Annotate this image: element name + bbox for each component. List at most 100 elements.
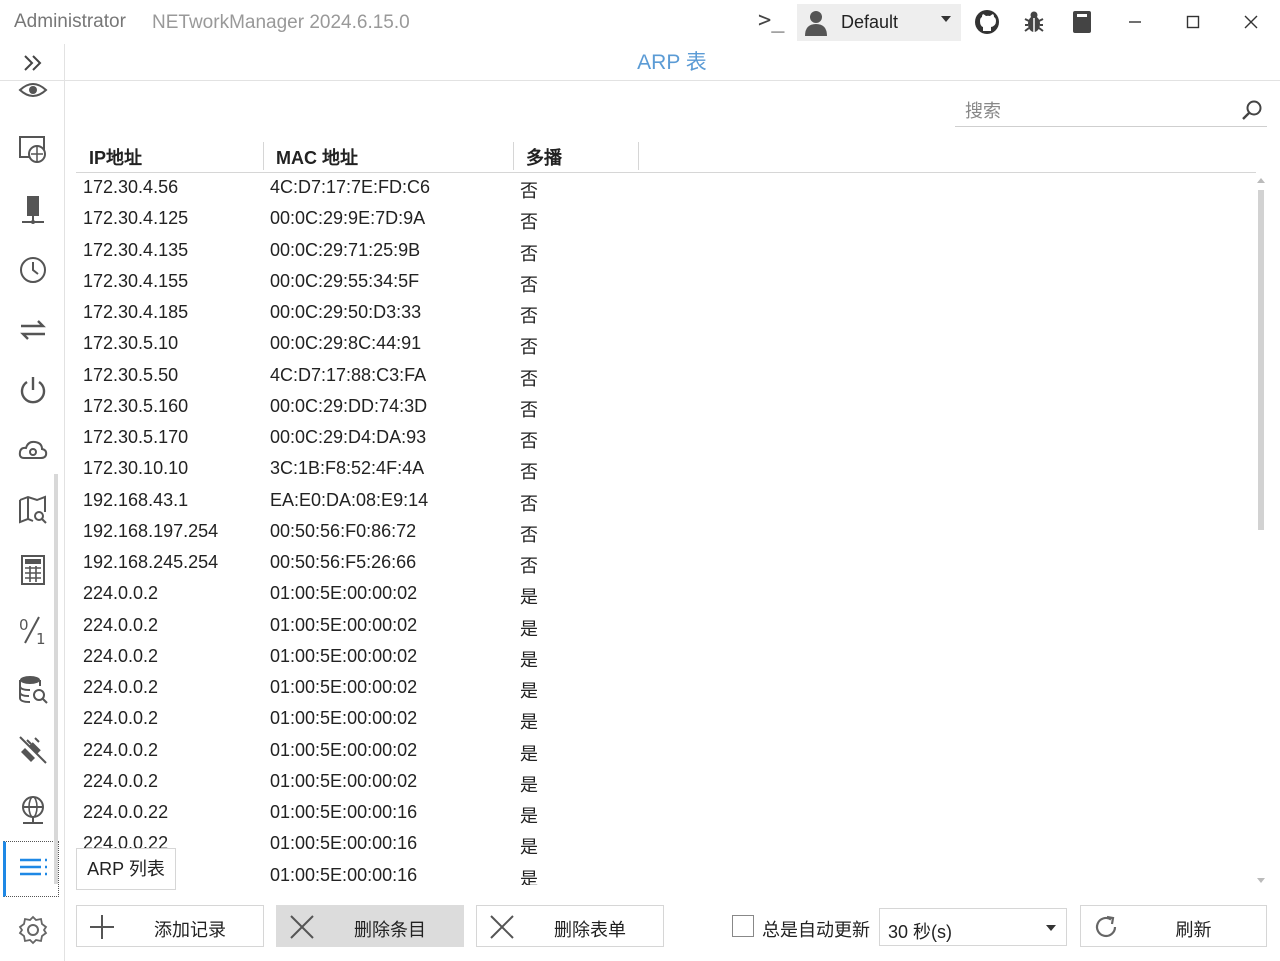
column-header-ip[interactable]: IP地址 [89,144,142,170]
mac-cell: 01:00:5E:00:00:02 [270,770,418,791]
ip-cell: 172.30.5.50 [83,364,179,385]
avatar-icon [805,11,827,36]
table-row[interactable]: 172.30.5.10 00:0C:29:8C:44:91 否 [76,329,1256,360]
calculator-icon[interactable] [17,554,49,586]
mac-cell: EA:E0:DA:08:E9:14 [270,489,429,510]
table-row[interactable]: 224.0.0.2 01:00:5E:00:00:02 是 [76,704,1256,735]
table-row[interactable]: 172.30.4.125 00:0C:29:9E:7D:9A 否 [76,204,1256,235]
web-icon[interactable] [17,794,49,826]
server-icon[interactable] [17,194,49,226]
sidebar: 0 1 [0,44,65,961]
table-row[interactable]: 172.30.10.10 3C:1B:F8:52:4F:4A 否 [76,454,1256,485]
auto-refresh-checkbox[interactable] [732,915,754,937]
delete-entry-button[interactable]: 删除条目 [276,905,464,947]
table-row[interactable]: 172.30.4.56 4C:D7:17:7E:FD:C6 否 [76,173,1256,204]
terminal-icon[interactable]: >_ [758,8,785,33]
add-entry-button[interactable]: 添加记录 [76,905,264,947]
table-row[interactable]: 224.0.0.2 01:00:5E:00:00:02 是 [76,767,1256,798]
table-body: 172.30.4.56 4C:D7:17:7E:FD:C6 否 172.30.4.12… [76,173,1256,885]
search-box[interactable] [955,94,1267,127]
table-row[interactable]: 192.168.43.1 EA:E0:DA:08:E9:14 否 [76,486,1256,517]
auto-refresh-label[interactable]: 总是自动更新 [762,916,870,942]
table-row[interactable]: 192.168.197.254 00:50:56:F0:86:72 否 [76,517,1256,548]
table-row[interactable]: 224.0.0.2 01:00:5E:00:00:02 是 [76,579,1256,610]
expand-menu-icon[interactable] [20,50,46,76]
table-row[interactable]: 172.30.5.50 4C:D7:17:88:C3:FA 否 [76,361,1256,392]
multicast-cell: 否 [520,274,538,295]
multicast-cell: 否 [520,431,538,451]
mac-cell: 01:00:5E:00:00:16 [270,802,418,822]
transfer-icon[interactable] [17,314,49,346]
multicast-cell: 是 [520,806,538,826]
table-row[interactable]: 172.30.5.170 00:0C:29:D4:DA:93 否 [76,423,1256,454]
column-header-mac[interactable]: MAC 地址 [276,144,358,170]
column-divider[interactable] [263,142,264,170]
refresh-interval-select[interactable]: 30 秒(s) [879,908,1067,946]
column-divider[interactable] [513,142,514,170]
title-bar: Administrator NETworkManager 2024.6.15.0… [0,0,1280,44]
mac-cell: 01:00:5E:00:00:02 [270,583,418,604]
multicast-cell: 是 [520,774,538,795]
delete-entry-label: 删除条目 [354,920,426,940]
minimize-icon[interactable] [1123,10,1147,34]
multicast-cell: 否 [520,212,538,233]
multicast-cell: 否 [520,399,538,420]
ip-cell: 224.0.0.2 [83,677,159,697]
list-icon[interactable] [17,852,49,884]
multicast-cell: 否 [520,493,538,514]
github-icon[interactable] [974,9,1000,35]
refresh-button[interactable]: 刷新 [1080,905,1267,947]
table-row[interactable]: 224.0.0.2 01:00:5E:00:00:02 是 [76,611,1256,642]
eye-icon[interactable] [17,76,49,108]
search-input[interactable] [963,97,1237,125]
mac-cell: 00:0C:29:8C:44:91 [270,333,422,354]
scroll-down-icon[interactable] [1257,878,1265,883]
tab-arp-list[interactable]: ARP 列表 [76,848,176,890]
multicast-cell: 否 [520,181,538,201]
ip-cell: 224.0.0.2 [83,645,159,666]
ip-cell: 192.168.43.1 [83,489,189,510]
table-row[interactable]: 172.30.4.155 00:0C:29:55:34:5F 否 [76,267,1256,298]
ip-cell: 224.0.0.2 [83,614,159,635]
plug-icon[interactable] [17,734,49,766]
sidebar-scrollbar[interactable] [54,474,58,884]
delete-table-button[interactable]: 删除表单 [476,905,664,947]
scroll-up-icon[interactable] [1257,178,1265,183]
table-row[interactable]: 172.30.4.135 00:0C:29:71:25:9B 否 [76,236,1256,267]
table-row[interactable]: 224.0.0.2201:00:5E:00:00:16是 [76,798,1256,829]
search-icon[interactable] [1241,99,1263,121]
table-row[interactable]: 192.168.245.254 00:50:56:F5:26:66 否 [76,548,1256,579]
column-header-multicast[interactable]: 多播 [526,144,562,170]
map-search-icon[interactable] [17,494,49,526]
table-row[interactable]: 172.30.4.185 00:0C:29:50:D3:33 否 [76,298,1256,329]
close-icon[interactable] [1239,10,1263,34]
power-icon[interactable] [17,374,49,406]
cloud-search-icon[interactable] [17,434,49,466]
bug-icon[interactable] [1021,9,1047,35]
multicast-cell: 是 [520,868,538,886]
column-divider[interactable] [638,142,639,170]
table-row[interactable]: 224.0.0.2 01:00:5E:00:00:02 是 [76,642,1256,673]
book-icon[interactable] [1069,9,1095,35]
table-row[interactable]: 172.30.5.160 00:0C:29:DD:74:3D 否 [76,392,1256,423]
maximize-icon[interactable] [1181,10,1205,34]
profile-selector[interactable]: Default [797,4,961,41]
table-row[interactable]: 224.0.0.2201:00:5E:00:00:16是 [76,829,1256,860]
multicast-cell: 是 [520,681,538,701]
table-scrollbar[interactable] [1258,190,1264,530]
table-row[interactable]: 224.0.0.2 01:00:5E:00:00:02 是 [76,673,1256,704]
settings-icon[interactable] [17,914,49,946]
svg-text:0: 0 [19,616,29,634]
mac-cell: 01:00:5E:00:00:16 [270,864,418,885]
database-search-icon[interactable] [17,674,49,706]
ip-cell: 224.0.0.2 [83,583,159,604]
ip-cell: 172.30.10.10 [83,458,189,479]
clock-icon[interactable] [17,254,49,286]
table-row[interactable]: 224.0.0.2 01:00:5E:00:00:02 是 [76,736,1256,767]
network-globe-icon[interactable] [17,134,49,166]
mac-cell: 00:0C:29:D4:DA:93 [270,427,427,447]
fraction-icon[interactable]: 0 1 [17,614,49,646]
mac-cell: 4C:D7:17:88:C3:FA [270,364,427,385]
mac-cell: 01:00:5E:00:00:02 [270,614,418,635]
table-row[interactable]: 224.0.0.2201:00:5E:00:00:16是 [76,861,1256,886]
